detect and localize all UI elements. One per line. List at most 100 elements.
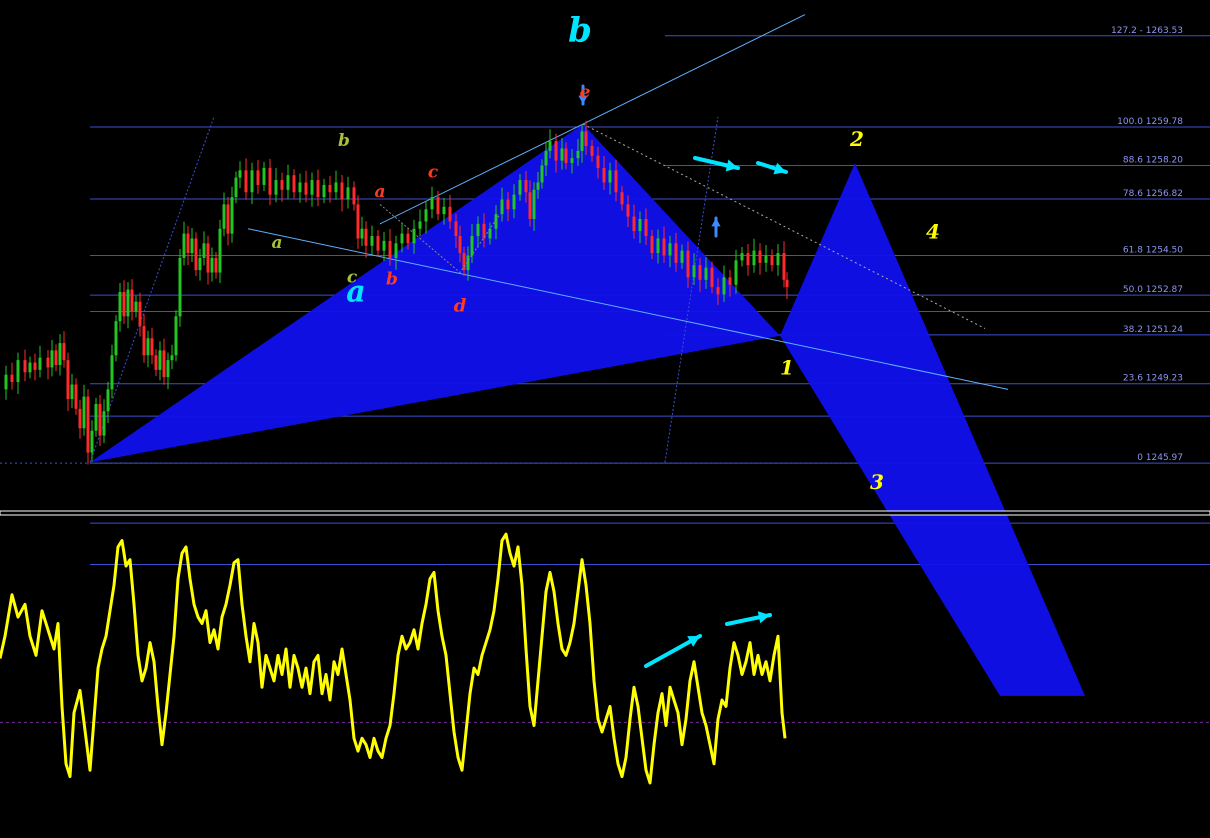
candle-body (182, 233, 186, 258)
candle-body (82, 396, 86, 429)
chart-canvas: 127.2 - 1263.53 100.0 1259.78 88.6 1258.20… (0, 0, 1210, 834)
fib-level-label: 61.8 1254.50 (1123, 246, 1183, 256)
candle-body (274, 180, 278, 195)
candle-body (328, 184, 332, 193)
candle-body (234, 177, 238, 198)
candle-body (170, 355, 174, 361)
candle-body (704, 267, 708, 280)
candle-body (776, 253, 780, 266)
pane-separator-bar[interactable] (0, 510, 1210, 516)
candle-body (78, 408, 82, 429)
candle-body (576, 150, 580, 159)
candle-body (316, 180, 320, 198)
candle-body (90, 430, 94, 453)
wave-label: 1 (780, 356, 794, 380)
candle-body (524, 180, 528, 193)
candle-body (206, 243, 210, 273)
candle-body (376, 236, 380, 251)
candle-body (222, 204, 226, 229)
candle-body (448, 206, 452, 222)
candle-body (554, 141, 558, 161)
pane-separator[interactable] (0, 510, 1210, 516)
wave-label: e (580, 82, 591, 102)
candle-body (570, 158, 574, 164)
wave-label: b (338, 131, 350, 151)
candle-body (580, 131, 584, 151)
candle-body (198, 257, 202, 271)
candle-body (758, 250, 762, 263)
candle-body (23, 360, 27, 373)
candle-body (202, 243, 206, 258)
wave-label: 3 (870, 470, 884, 494)
candle-body (74, 384, 78, 409)
candle-body (33, 362, 37, 370)
candle-body (716, 287, 720, 295)
candle-body (154, 355, 158, 370)
candle-body (158, 350, 162, 370)
candle-body (28, 362, 32, 373)
candle-body (50, 350, 54, 368)
candle-body (602, 167, 606, 183)
candle-body (394, 243, 398, 258)
candle-body (322, 184, 326, 198)
candle-body (194, 238, 198, 271)
candle-body (190, 238, 194, 254)
candle-body (106, 389, 110, 412)
candle-body (62, 343, 66, 361)
candle-body (102, 411, 106, 436)
candle-body (256, 170, 260, 185)
fib-level-label: 88.6 1258.20 (1123, 155, 1183, 165)
candle-body (662, 238, 666, 256)
candle-body (638, 219, 642, 232)
candle-body (292, 175, 296, 193)
candle-body (650, 236, 654, 254)
candle-body (430, 197, 434, 210)
candle-body (728, 277, 732, 285)
candle-body (584, 131, 588, 146)
candle-body (494, 214, 498, 229)
fib-level-label: 50.0 1252.87 (1123, 285, 1183, 295)
fib-level-label: 38.2 1251.24 (1123, 325, 1183, 335)
wave-label: a (271, 233, 282, 253)
candle-body (382, 240, 386, 251)
candle-body (356, 204, 360, 239)
candle-body (436, 197, 440, 215)
candle-body (512, 194, 516, 210)
candle-body (162, 350, 166, 378)
candle-body (244, 170, 248, 193)
candle-body (66, 360, 70, 400)
candle-body (626, 204, 630, 217)
candle-body (544, 150, 548, 166)
candle-body (146, 338, 150, 356)
wave-label: d (454, 295, 467, 316)
candle-body (86, 396, 90, 453)
candle-body (412, 228, 416, 244)
candle-body (620, 192, 624, 205)
candle-body (150, 338, 154, 356)
wave-label: c (428, 163, 439, 183)
candle-body (400, 233, 404, 244)
candle-body (528, 192, 532, 219)
candle-body (238, 170, 242, 178)
candle-body (174, 316, 178, 356)
candle-body (10, 374, 14, 383)
candle-body (710, 267, 714, 288)
candle-body (54, 350, 58, 365)
candle-body (126, 289, 130, 317)
candle-body (142, 326, 146, 356)
candle-body (218, 228, 222, 273)
candle-body (686, 250, 690, 278)
fib-level-label: 78.6 1256.82 (1123, 189, 1183, 199)
candle-body (110, 355, 114, 390)
candle-body (644, 219, 648, 237)
candle-body (364, 228, 368, 246)
wave-label: b (386, 270, 398, 290)
candle-body (210, 257, 214, 273)
candle-body (226, 204, 230, 234)
candle-body (548, 141, 552, 151)
candle-body (764, 255, 768, 263)
candle-body (454, 221, 458, 237)
candle-body (722, 277, 726, 295)
candle-body (734, 260, 738, 285)
candle-body (58, 343, 62, 365)
